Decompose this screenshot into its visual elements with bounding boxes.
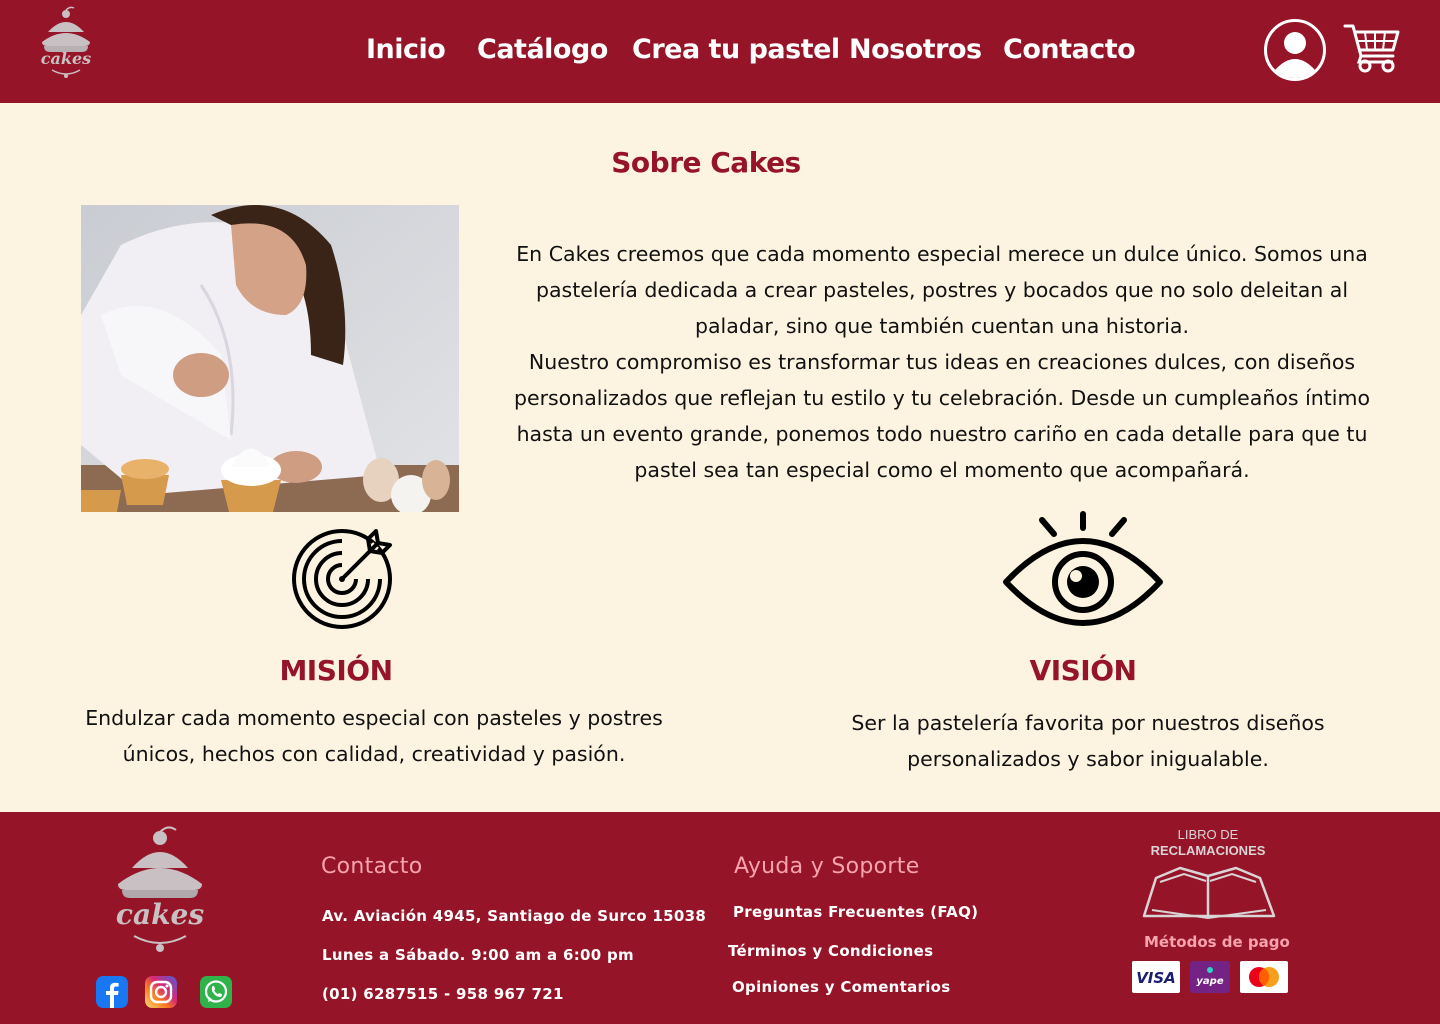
cakes-logo-footer[interactable]: cakes (108, 826, 212, 958)
vision-text: Ser la pastelería favorita por nuestros … (851, 711, 1325, 771)
nav-catalogo[interactable]: Catálogo (477, 34, 608, 65)
libro-reclamaciones-icon[interactable]: LIBRO DE RECLAMACIONES (1140, 826, 1280, 922)
main-nav: Inicio Catálogo Crea tu pastel Nosotros … (0, 34, 1440, 74)
footer-contact-title: Contacto (321, 854, 423, 879)
baker-photo (81, 205, 459, 512)
payment-methods-title: Métodos de pago (1144, 933, 1290, 951)
about-description: En Cakes creemos que cada momento especi… (510, 236, 1374, 488)
svg-text:yape: yape (1196, 976, 1223, 987)
nav-inicio[interactable]: Inicio (366, 34, 446, 65)
vision-title: VISIÓN (1029, 654, 1137, 687)
svg-text:cakes: cakes (116, 898, 204, 931)
mission-title: MISIÓN (279, 654, 393, 687)
about-paragraph-2: Nuestro compromiso es transformar tus id… (513, 350, 1371, 482)
facebook-icon[interactable] (96, 976, 128, 1008)
footer-hours: Lunes a Sábado. 9:00 am a 6:00 pm (322, 946, 634, 964)
page-title: Sobre Cakes (611, 146, 801, 179)
instagram-icon[interactable] (145, 976, 177, 1008)
footer-link-reviews[interactable]: Opiniones y Comentarios (732, 978, 951, 996)
site-header: cakes Inicio Catálogo Crea tu pastel Nos… (0, 0, 1440, 103)
user-icon[interactable] (1263, 18, 1327, 82)
whatsapp-icon[interactable] (200, 976, 232, 1008)
svg-text:RECLAMACIONES: RECLAMACIONES (1151, 843, 1266, 858)
about-paragraph-1: En Cakes creemos que cada momento especi… (516, 242, 1368, 338)
yape-icon: yape (1190, 961, 1230, 993)
mission-text: Endulzar cada momento especial con paste… (85, 706, 663, 766)
eye-icon (1003, 511, 1163, 626)
footer-help-title: Ayuda y Soporte (734, 854, 920, 879)
nav-contacto[interactable]: Contacto (1003, 34, 1136, 65)
nav-nosotros[interactable]: Nosotros (849, 34, 982, 65)
nav-crea-tu-pastel[interactable]: Crea tu pastel (632, 34, 840, 65)
svg-text:LIBRO DE: LIBRO DE (1178, 827, 1239, 842)
footer-link-faq[interactable]: Preguntas Frecuentes (FAQ) (733, 903, 978, 921)
mastercard-icon (1240, 961, 1288, 993)
cart-icon[interactable] (1343, 22, 1401, 76)
svg-text:VISA: VISA (1136, 969, 1176, 987)
visa-icon: VISA (1132, 961, 1180, 993)
footer-address: Av. Aviación 4945, Santiago de Surco 150… (322, 907, 707, 925)
target-icon (292, 529, 392, 629)
footer-phone: (01) 6287515 - 958 967 721 (322, 985, 564, 1003)
footer-link-terms[interactable]: Términos y Condiciones (728, 942, 933, 960)
